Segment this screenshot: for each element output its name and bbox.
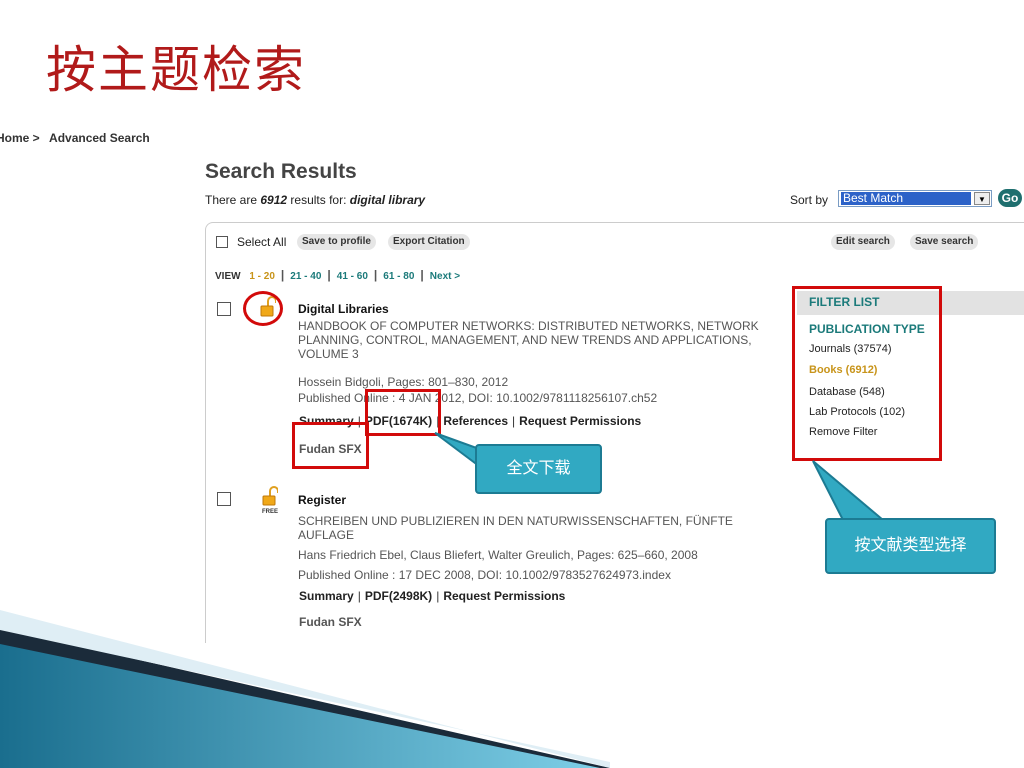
request-permissions-link[interactable]: Request Permissions — [519, 414, 641, 428]
query-text: digital library — [349, 193, 426, 207]
entry-title[interactable]: Digital Libraries — [298, 302, 389, 316]
entry-checkbox[interactable] — [217, 492, 231, 506]
pdf-link[interactable]: PDF(2498K) — [365, 589, 432, 603]
entry-title[interactable]: Register — [298, 493, 346, 507]
sort-select[interactable]: Best Match ▼ — [838, 190, 992, 207]
slide-title: 按主题检索 — [46, 41, 306, 99]
page-link[interactable]: 21 - 40 — [290, 271, 321, 282]
go-button[interactable]: Go — [998, 189, 1022, 207]
page-link[interactable]: 61 - 80 — [383, 271, 414, 282]
highlight-box-sfx — [292, 422, 369, 469]
highlight-box-pdf — [365, 389, 441, 436]
callout-filter-by-type: 按文献类型选择 — [825, 518, 996, 574]
entry-source: HANDBOOK OF COMPUTER NETWORKS: DISTRIBUT… — [298, 319, 759, 361]
select-all-label: Select All — [237, 235, 287, 249]
highlight-circle — [243, 291, 283, 326]
entry-source: SCHREIBEN UND PUBLIZIEREN IN DEN NATURWI… — [298, 514, 733, 542]
save-to-profile-button[interactable]: Save to profile — [297, 234, 376, 250]
entry-published: Published Online : 17 DEC 2008, DOI: 10.… — [298, 568, 671, 582]
callout-download: 全文下载 — [475, 444, 602, 494]
sort-selected-value: Best Match — [841, 192, 971, 205]
entry-published: Published Online : 4 JAN 2012, DOI: 10.1… — [298, 391, 658, 405]
entry-authors: Hossein Bidgoli, Pages: 801–830, 2012 — [298, 375, 509, 389]
next-page-link[interactable]: Next > — [430, 271, 460, 282]
chevron-down-icon[interactable]: ▼ — [974, 192, 990, 205]
entry-checkbox[interactable] — [217, 302, 231, 316]
free-badge: FREE — [262, 509, 279, 515]
highlight-box-filter — [792, 286, 942, 461]
references-link[interactable]: References — [443, 414, 508, 428]
page-link[interactable]: 1 - 20 — [249, 271, 275, 282]
request-permissions-link[interactable]: Request Permissions — [443, 589, 565, 603]
decorative-swoosh — [0, 610, 610, 768]
view-label: VIEW — [215, 271, 241, 282]
summary-link[interactable]: Summary — [299, 589, 354, 603]
select-all-checkbox[interactable] — [216, 236, 228, 248]
entry-links: Summary | PDF(2498K) | Request Permissions — [299, 589, 566, 603]
export-citation-button[interactable]: Export Citation — [388, 234, 470, 250]
breadcrumb: Home > Advanced Search — [0, 131, 150, 145]
save-search-button[interactable]: Save search — [910, 234, 979, 250]
results-title: Search Results — [205, 160, 357, 183]
results-summary: There are 6912 results for: digital libr… — [205, 193, 426, 207]
breadcrumb-current: Advanced Search — [49, 131, 150, 145]
sort-label: Sort by — [790, 193, 829, 207]
page-link[interactable]: 41 - 60 — [337, 271, 368, 282]
entry-authors: Hans Friedrich Ebel, Claus Bliefert, Wal… — [298, 548, 698, 562]
unlocked-icon — [262, 486, 278, 506]
breadcrumb-home[interactable]: Home > — [0, 131, 40, 145]
pager: VIEW 1 - 20 | 21 - 40 | 41 - 60 | 61 - 80 | Next… — [215, 268, 461, 282]
result-count: 6912 — [260, 193, 288, 207]
edit-search-button[interactable]: Edit search — [831, 234, 895, 250]
